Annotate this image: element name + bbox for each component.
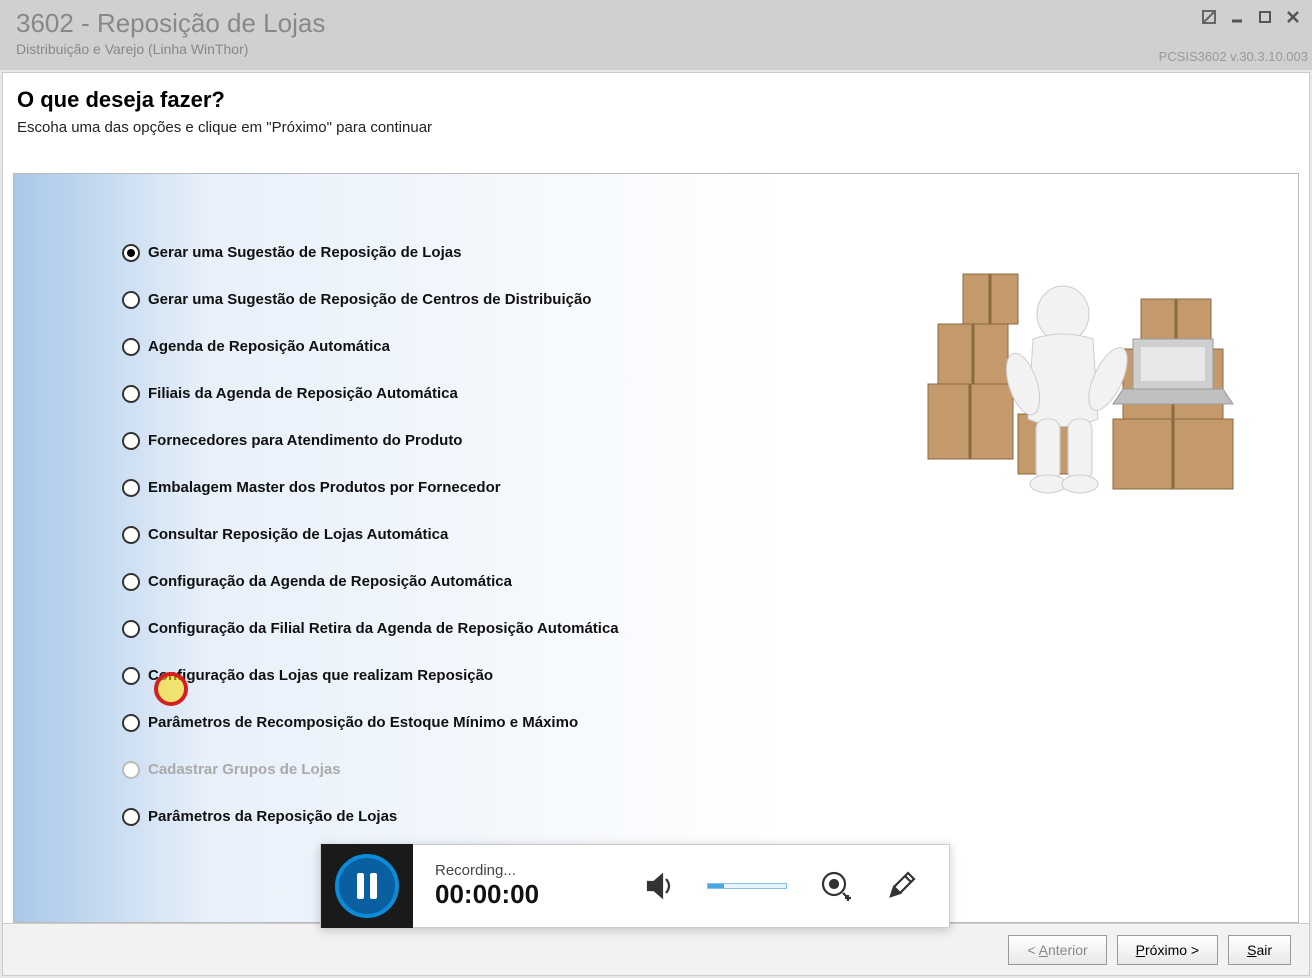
prev-prefix: < xyxy=(1027,942,1038,958)
option-label: Fornecedores para Atendimento do Produto xyxy=(148,432,462,449)
recording-label: Recording... xyxy=(435,862,539,879)
window-title: 3602 - Reposição de Lojas xyxy=(16,8,1296,39)
volume-meter xyxy=(707,883,787,889)
radio-icon[interactable] xyxy=(122,432,140,450)
radio-icon[interactable] xyxy=(122,479,140,497)
recorder-info: Recording... 00:00:00 xyxy=(413,862,561,910)
pencil-icon[interactable] xyxy=(883,868,919,904)
webcam-icon[interactable] xyxy=(817,868,853,904)
maximize-icon[interactable] xyxy=(1256,8,1274,26)
option-row-10[interactable]: Parâmetros de Recomposição do Estoque Mí… xyxy=(122,699,1298,746)
boxes-illustration xyxy=(923,269,1243,519)
pause-button[interactable] xyxy=(335,854,399,918)
option-row-12[interactable]: Parâmetros da Reposição de Lojas xyxy=(122,793,1298,840)
option-row-9[interactable]: Configuração das Lojas que realizam Repo… xyxy=(122,652,1298,699)
radio-icon[interactable] xyxy=(122,573,140,591)
radio-icon[interactable] xyxy=(122,808,140,826)
radio-icon[interactable] xyxy=(122,385,140,403)
help-icon[interactable] xyxy=(1200,8,1218,26)
option-row-8[interactable]: Configuração da Filial Retira da Agenda … xyxy=(122,605,1298,652)
option-label: Embalagem Master dos Produtos por Fornec… xyxy=(148,479,501,496)
option-label: Parâmetros de Recomposição do Estoque Mí… xyxy=(148,714,578,731)
prev-hotkey: A xyxy=(1039,942,1048,958)
option-label: Configuração da Agenda de Reposição Auto… xyxy=(148,573,512,590)
page-instruction: Escoha uma das opções e clique em "Próxi… xyxy=(17,119,1295,136)
radio-icon[interactable] xyxy=(122,714,140,732)
radio-icon[interactable] xyxy=(122,620,140,638)
recording-timer: 00:00:00 xyxy=(435,879,539,910)
option-label: Parâmetros da Reposição de Lojas xyxy=(148,808,397,825)
next-button[interactable]: Próximo > xyxy=(1117,935,1218,965)
previous-button[interactable]: < Anterior xyxy=(1008,935,1106,965)
page-question: O que deseja fazer? xyxy=(17,87,1295,113)
option-label: Agenda de Reposição Automática xyxy=(148,338,390,355)
window-controls xyxy=(1200,8,1302,26)
heading-area: O que deseja fazer? Escoha uma das opçõe… xyxy=(3,73,1309,156)
radio-icon[interactable] xyxy=(122,338,140,356)
option-label: Configuração da Filial Retira da Agenda … xyxy=(148,620,619,637)
radio-icon[interactable] xyxy=(122,526,140,544)
app-version: PCSIS3602 v.30.3.10.003 xyxy=(1159,49,1308,64)
screen-recorder-toolbar[interactable]: Recording... 00:00:00 xyxy=(320,844,950,928)
exit-rest: air xyxy=(1256,942,1272,958)
option-label: Consultar Reposição de Lojas Automática xyxy=(148,526,448,543)
radio-icon[interactable] xyxy=(122,667,140,685)
radio-icon xyxy=(122,761,140,779)
option-label: Configuração das Lojas que realizam Repo… xyxy=(148,667,493,684)
option-row-7[interactable]: Configuração da Agenda de Reposição Auto… xyxy=(122,558,1298,605)
option-row-11: Cadastrar Grupos de Lojas xyxy=(122,746,1298,793)
radio-icon[interactable] xyxy=(122,244,140,262)
main-panel: Gerar uma Sugestão de Reposição de Lojas… xyxy=(13,173,1299,923)
close-icon[interactable] xyxy=(1284,8,1302,26)
recorder-controls xyxy=(641,868,949,904)
radio-icon[interactable] xyxy=(122,291,140,309)
pause-icon xyxy=(357,873,377,899)
window-subtitle: Distribuição e Varejo (Linha WinThor) xyxy=(16,41,1296,57)
recorder-pause-area xyxy=(321,844,413,928)
volume-icon[interactable] xyxy=(641,868,677,904)
prev-rest: nterior xyxy=(1048,942,1088,958)
exit-button[interactable]: Sair xyxy=(1228,935,1291,965)
option-label: Filiais da Agenda de Reposição Automátic… xyxy=(148,385,458,402)
minimize-icon[interactable] xyxy=(1228,8,1246,26)
wizard-footer: < Anterior Próximo > Sair xyxy=(3,923,1309,975)
option-label: Gerar uma Sugestão de Reposição de Lojas xyxy=(148,244,461,261)
window-titlebar: 3602 - Reposição de Lojas Distribuição e… xyxy=(0,0,1312,70)
next-rest: róximo > xyxy=(1145,942,1199,958)
option-label: Cadastrar Grupos de Lojas xyxy=(148,761,341,778)
next-hotkey: P xyxy=(1136,942,1145,958)
content-frame: O que deseja fazer? Escoha uma das opçõe… xyxy=(2,72,1310,976)
option-label: Gerar uma Sugestão de Reposição de Centr… xyxy=(148,291,591,308)
